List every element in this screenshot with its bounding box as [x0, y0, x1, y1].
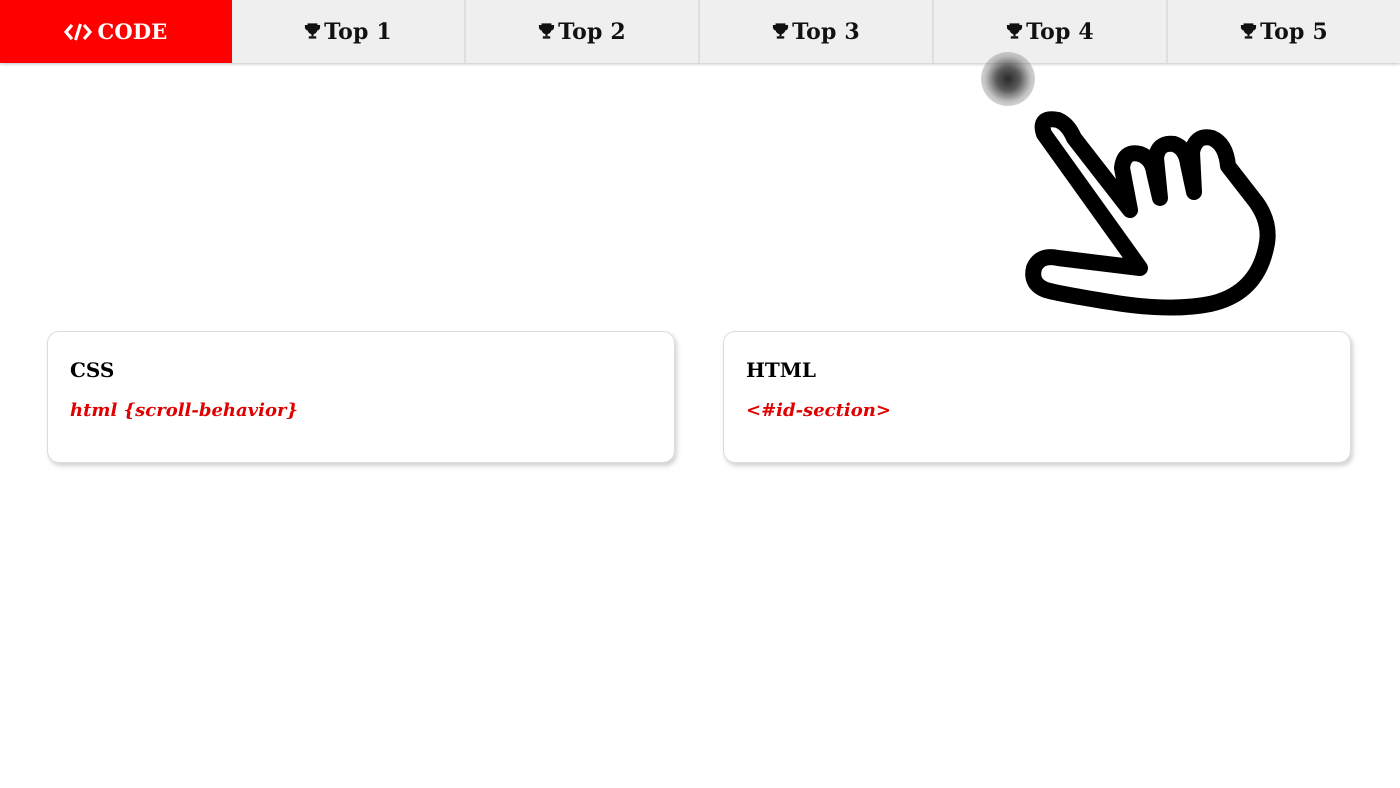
card-code: <#id-section>: [746, 400, 891, 421]
css-card: CSS html {scroll-behavior}: [47, 331, 675, 463]
trophy-icon: [1240, 23, 1257, 40]
card-code: html {scroll-behavior}: [70, 400, 299, 421]
nav-top-3[interactable]: Top 3: [700, 0, 934, 63]
nav-top-4[interactable]: Top 4: [934, 0, 1168, 63]
card-title: CSS: [70, 358, 115, 382]
nav-code-label: CODE: [97, 19, 168, 44]
nav-top-1[interactable]: Top 1: [232, 0, 466, 63]
trophy-icon: [772, 23, 789, 40]
nav-top-2-label: Top 2: [558, 18, 626, 45]
card-title: HTML: [746, 358, 816, 382]
top-navigation: CODE Top 1 Top 2 Top 3 Top 4 Top 5: [0, 0, 1400, 63]
tap-indicator: [981, 52, 1035, 106]
nav-top-3-label: Top 3: [792, 18, 860, 45]
trophy-icon: [304, 23, 321, 40]
trophy-icon: [538, 23, 555, 40]
code-icon: [64, 22, 93, 42]
nav-top-1-label: Top 1: [324, 18, 392, 45]
nav-top-5-label: Top 5: [1260, 18, 1328, 45]
hand-pointer-icon: [1020, 108, 1280, 328]
html-card: HTML <#id-section>: [723, 331, 1351, 463]
trophy-icon: [1006, 23, 1023, 40]
nav-top-5[interactable]: Top 5: [1168, 0, 1400, 63]
nav-code-brand[interactable]: CODE: [0, 0, 232, 63]
nav-top-4-label: Top 4: [1026, 18, 1094, 45]
nav-top-2[interactable]: Top 2: [466, 0, 700, 63]
